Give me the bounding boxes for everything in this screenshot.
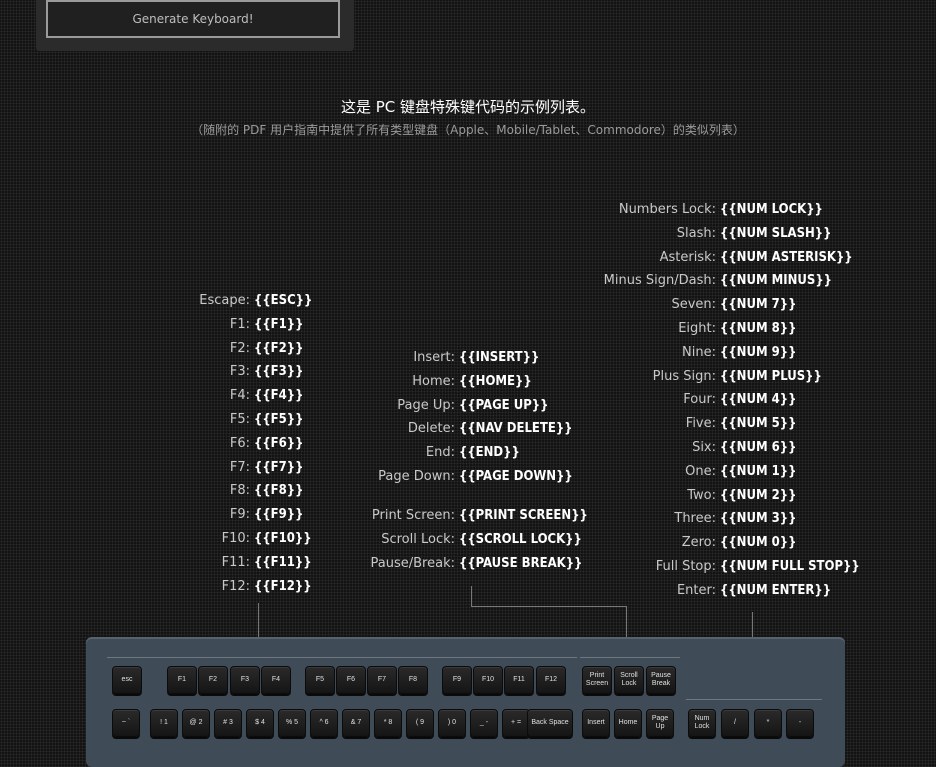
keyboard-key: F12 bbox=[536, 666, 566, 694]
key-code-value: {{NUM 4}} bbox=[720, 392, 797, 408]
key-code-value: {{NUM MINUS}} bbox=[720, 273, 833, 289]
page-heading: 这是 PC 键盘特殊键代码的示例列表。 bbox=[340, 98, 596, 116]
key-name-label: Enter: bbox=[676, 582, 716, 598]
keyboard-key: Home bbox=[614, 709, 642, 737]
keyboard-key: Num Lock bbox=[688, 709, 716, 737]
key-code-value: {{NUM 5}} bbox=[720, 416, 797, 432]
keyboard-key: % 5 bbox=[278, 709, 306, 737]
keyboard-key: F10 bbox=[473, 666, 503, 694]
keyboard-illustration: esc F1 F2 F3 F4 F5 F6 F7 F8 F9 F10 F11 F12 Print Scre… bbox=[86, 637, 845, 767]
key-name-label: Four: bbox=[683, 392, 716, 408]
key-code-row: Three: {{NUM 3}} bbox=[0, 508, 936, 530]
key-code-value: {{NUM PLUS}} bbox=[720, 368, 822, 384]
key-code-row: Asterisk: {{NUM ASTERISK}} bbox=[0, 247, 936, 269]
keyboard-key: ~ ` bbox=[112, 709, 140, 737]
key-name-label: Zero: bbox=[681, 535, 716, 551]
key-code-row: Nine: {{NUM 9}} bbox=[0, 342, 936, 364]
keyboard-key: F11 bbox=[504, 666, 534, 694]
keyboard-key: Page Up bbox=[646, 709, 674, 737]
key-code-row: Four: {{NUM 4}} bbox=[0, 389, 936, 411]
key-code-value: {{NUM 8}} bbox=[720, 321, 797, 336]
key-code-value: {{NUM 3}} bbox=[720, 511, 797, 527]
keyboard-key: F5 bbox=[305, 666, 335, 694]
key-name-label: Eight: bbox=[678, 321, 716, 336]
keyboard-key: Back Space bbox=[527, 709, 573, 737]
keyboard-key: F3 bbox=[230, 666, 260, 694]
key-name-label: Plus Sign: bbox=[652, 368, 716, 384]
key-code-row: Five: {{NUM 5}} bbox=[0, 413, 936, 435]
key-code-row: Seven: {{NUM 7}} bbox=[0, 294, 936, 316]
keyboard-group-system bbox=[580, 657, 680, 658]
keyboard-key: ^ 6 bbox=[310, 709, 338, 737]
key-code-row: Slash: {{NUM SLASH}} bbox=[0, 223, 936, 245]
keyboard-key: Insert bbox=[582, 709, 610, 737]
key-code-value: {{NUM 7}} bbox=[720, 297, 797, 313]
keyboard-key: # 3 bbox=[214, 709, 242, 737]
keyboard-key: F1 bbox=[167, 666, 197, 694]
keyboard-key: esc bbox=[112, 666, 142, 694]
keyboard-key: & 7 bbox=[342, 709, 370, 737]
connector-line-middle-h bbox=[471, 606, 626, 607]
keyboard-key: Scroll Lock bbox=[614, 666, 644, 694]
keyboard-key: F9 bbox=[442, 666, 472, 694]
generate-keyboard-button[interactable]: Generate Keyboard! bbox=[46, 0, 340, 38]
keyboard-key: F2 bbox=[198, 666, 228, 694]
page-subheading: （随附的 PDF 用户指南中提供了所有类型键盘（Apple、Mobile/Tab… bbox=[191, 123, 745, 137]
keyboard-key: F4 bbox=[261, 666, 291, 694]
keyboard-key: ) 0 bbox=[438, 709, 466, 737]
keyboard-key: F6 bbox=[336, 666, 366, 694]
key-name-label: Full Stop: bbox=[655, 559, 716, 574]
key-code-value: {{NUM 0}} bbox=[720, 535, 797, 551]
key-code-row: Two: {{NUM 2}} bbox=[0, 485, 936, 507]
key-code-row: Full Stop: {{NUM FULL STOP}} bbox=[0, 556, 936, 578]
keyboard-group-main bbox=[107, 657, 577, 658]
keyboard-key: F7 bbox=[367, 666, 397, 694]
key-code-value: {{NUM 9}} bbox=[720, 344, 797, 360]
key-code-row: One: {{NUM 1}} bbox=[0, 461, 936, 483]
key-name-label: Seven: bbox=[671, 297, 716, 313]
key-name-label: Numbers Lock: bbox=[618, 202, 716, 217]
key-code-row: Minus Sign/Dash: {{NUM MINUS}} bbox=[0, 270, 936, 292]
key-code-row: Six: {{NUM 6}} bbox=[0, 437, 936, 459]
key-name-label: Nine: bbox=[682, 344, 716, 360]
keyboard-key: Print Screen bbox=[582, 666, 612, 694]
key-code-row: Numbers Lock: {{NUM LOCK}} bbox=[0, 199, 936, 221]
keyboard-key: - bbox=[786, 709, 814, 737]
key-name-label: Three: bbox=[674, 511, 716, 527]
connector-line-middle bbox=[471, 586, 472, 606]
key-name-label: Two: bbox=[687, 487, 716, 503]
keyboard-key: * 8 bbox=[374, 709, 402, 737]
keyboard-key: $ 4 bbox=[246, 709, 274, 737]
key-code-row: Plus Sign: {{NUM PLUS}} bbox=[0, 366, 936, 388]
keyboard-key: / bbox=[721, 709, 749, 737]
key-code-value: {{NUM FULL STOP}} bbox=[720, 559, 860, 574]
keyboard-key: F8 bbox=[398, 666, 428, 694]
key-code-value: {{NUM SLASH}} bbox=[720, 225, 832, 241]
key-name-label: Asterisk: bbox=[659, 249, 716, 265]
key-code-row: Zero: {{NUM 0}} bbox=[0, 532, 936, 554]
key-name-label: Five: bbox=[685, 416, 716, 432]
key-name-label: Six: bbox=[692, 440, 716, 455]
key-name-label: One: bbox=[685, 463, 716, 479]
keyboard-key: Pause Break bbox=[646, 666, 676, 694]
key-code-value: {{NUM LOCK}} bbox=[720, 202, 823, 217]
key-code-value: {{NUM ASTERISK}} bbox=[720, 249, 853, 265]
keyboard-key: ! 1 bbox=[150, 709, 178, 737]
keyboard-key: + = bbox=[502, 709, 530, 737]
key-name-label: Slash: bbox=[676, 225, 716, 241]
keyboard-key: _ - bbox=[470, 709, 498, 737]
key-code-row: Eight: {{NUM 8}} bbox=[0, 318, 936, 340]
key-code-value: {{NUM 1}} bbox=[720, 463, 797, 479]
keyboard-key: * bbox=[754, 709, 782, 737]
keyboard-key: @ 2 bbox=[182, 709, 210, 737]
key-code-value: {{NUM 6}} bbox=[720, 440, 797, 455]
key-code-row: Enter: {{NUM ENTER}} bbox=[0, 580, 936, 602]
keyboard-key: ( 9 bbox=[406, 709, 434, 737]
generator-panel: Generate Keyboard! bbox=[36, 0, 354, 51]
key-name-label: Minus Sign/Dash: bbox=[603, 273, 716, 289]
key-code-value: {{NUM 2}} bbox=[720, 487, 797, 503]
keyboard-group-numpad bbox=[686, 699, 822, 700]
key-code-value: {{NUM ENTER}} bbox=[720, 582, 832, 598]
